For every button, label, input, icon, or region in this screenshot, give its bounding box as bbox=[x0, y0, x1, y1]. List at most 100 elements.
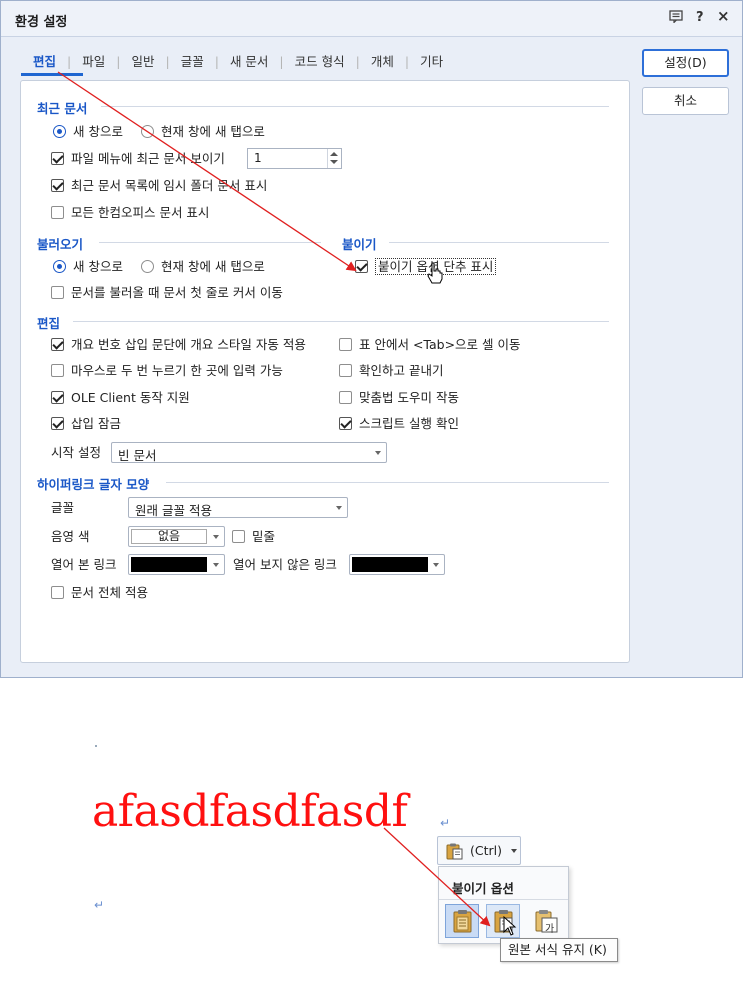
checkbox-label: 밑줄 bbox=[252, 529, 276, 544]
tab-divider: | bbox=[214, 54, 219, 69]
section-paste-header: 붙이기 bbox=[342, 237, 377, 252]
clipboard-icon bbox=[446, 843, 463, 860]
paste-text-only-button[interactable]: 가 bbox=[527, 904, 561, 938]
visited-link-color-picker[interactable] bbox=[128, 554, 225, 575]
checkbox-icon bbox=[339, 391, 352, 404]
checkbox-icon bbox=[51, 286, 64, 299]
open-radio-new-tab[interactable]: 현재 창에 새 탭으로 bbox=[141, 259, 265, 275]
paste-options-popup: 붙이기 옵션 가 bbox=[438, 866, 569, 944]
paragraph-mark: ↵ bbox=[440, 816, 451, 830]
tab-divider: | bbox=[404, 54, 410, 69]
checkbox-show-all-hancom[interactable]: 모든 한컴오피스 문서 표시 bbox=[51, 205, 209, 221]
recent-radio-new-tab[interactable]: 현재 창에 새 탭으로 bbox=[141, 124, 265, 140]
tab-divider: | bbox=[67, 54, 72, 69]
dropdown-arrow-icon[interactable] bbox=[433, 563, 439, 567]
apply-button[interactable]: 설정(D) bbox=[642, 49, 729, 77]
settings-dialog: 환경 설정 ? × 편집 | 파일 | 일반 | 글꼴 | 새 문서 | 코드 형식 | 개체 | 기타 설… bbox=[0, 0, 743, 678]
tab-code-format[interactable]: 코드 형식 bbox=[293, 51, 347, 70]
spin-up-icon[interactable] bbox=[330, 152, 338, 156]
tab-file[interactable]: 파일 bbox=[80, 51, 107, 70]
tab-new-document[interactable]: 새 문서 bbox=[228, 51, 270, 70]
unvisited-color-swatch bbox=[352, 557, 428, 572]
help-pane-icon[interactable] bbox=[669, 10, 683, 28]
checkbox-apply-whole-document[interactable]: 문서 전체 적용 bbox=[51, 585, 148, 601]
close-button[interactable]: × bbox=[717, 8, 730, 24]
stepper-buttons[interactable] bbox=[327, 149, 341, 168]
checkbox-spell-helper[interactable]: 맞춤법 도우미 작동 bbox=[339, 390, 459, 406]
radio-label: 새 창으로 bbox=[73, 259, 123, 274]
checkbox-checked-icon bbox=[51, 417, 64, 430]
clipboard-icon bbox=[453, 910, 472, 933]
checkbox-label: 맞춤법 도우미 작동 bbox=[359, 390, 459, 405]
checkbox-label: 붙이기 옵션 단추 표시 bbox=[375, 258, 497, 275]
start-setting-dropdown[interactable]: 빈 문서 bbox=[111, 442, 387, 463]
paste-keep-source-button[interactable] bbox=[486, 904, 520, 938]
checkbox-label: 삽입 잠금 bbox=[71, 416, 121, 431]
dropdown-value: 빈 문서 bbox=[118, 448, 157, 463]
tab-general[interactable]: 일반 bbox=[129, 51, 156, 70]
checkbox-show-paste-options[interactable]: 붙이기 옵션 단추 표시 bbox=[355, 258, 497, 275]
paste-keep-destination-button[interactable] bbox=[445, 904, 479, 938]
clipboard-format-icon bbox=[494, 910, 513, 933]
checkbox-label: 문서 전체 적용 bbox=[71, 585, 148, 600]
checkbox-ole-client[interactable]: OLE Client 동작 지원 bbox=[51, 390, 190, 406]
paste-button-label: (Ctrl) bbox=[470, 843, 502, 858]
text-only-glyph: 가 bbox=[545, 924, 555, 935]
section-divider bbox=[389, 242, 609, 243]
checkbox-tab-in-table[interactable]: 표 안에서 <Tab>으로 셀 이동 bbox=[339, 337, 521, 353]
checkbox-label: 표 안에서 <Tab>으로 셀 이동 bbox=[359, 337, 521, 352]
checkbox-auto-outline-style[interactable]: 개요 번호 삽입 문단에 개요 스타일 자동 적용 bbox=[51, 337, 306, 353]
shade-color-picker[interactable]: 없음 bbox=[128, 526, 225, 547]
checkbox-show-temp-folder[interactable]: 최근 문서 목록에 임시 폴더 문서 표시 bbox=[51, 178, 267, 194]
checkbox-insert-lock[interactable]: 삽입 잠금 bbox=[51, 416, 121, 432]
checkbox-label: 최근 문서 목록에 임시 폴더 문서 표시 bbox=[71, 178, 268, 193]
tab-font[interactable]: 글꼴 bbox=[179, 51, 206, 70]
section-open-header: 불러오기 bbox=[37, 237, 84, 252]
checkbox-icon bbox=[339, 364, 352, 377]
checkbox-checked-icon bbox=[51, 152, 64, 165]
active-tab-indicator bbox=[21, 73, 83, 76]
document-text[interactable]: afasdfasdfasdf bbox=[92, 786, 408, 837]
dropdown-value: 원래 글꼴 적용 bbox=[135, 503, 212, 518]
checkbox-label: OLE Client 동작 지원 bbox=[71, 390, 190, 405]
spin-down-icon[interactable] bbox=[330, 160, 338, 164]
recent-count-stepper[interactable]: 1 bbox=[247, 148, 342, 169]
hyperlink-font-dropdown[interactable]: 원래 글꼴 적용 bbox=[128, 497, 348, 518]
radio-label: 현재 창에 새 탭으로 bbox=[161, 259, 265, 274]
recent-radio-new-window[interactable]: 새 창으로 bbox=[53, 124, 123, 140]
section-divider bbox=[166, 482, 609, 483]
tab-other[interactable]: 기타 bbox=[418, 51, 445, 70]
checkbox-icon bbox=[51, 206, 64, 219]
checkbox-double-click-input[interactable]: 마우스로 두 번 누르기 한 곳에 입력 가능 bbox=[51, 363, 283, 379]
open-radio-new-window[interactable]: 새 창으로 bbox=[53, 259, 123, 275]
checkbox-label: 개요 번호 삽입 문단에 개요 스타일 자동 적용 bbox=[71, 337, 306, 352]
radio-icon bbox=[141, 260, 154, 273]
paste-options-button[interactable]: (Ctrl) bbox=[437, 836, 521, 865]
help-button[interactable]: ? bbox=[696, 10, 704, 26]
checkbox-confirm-exit[interactable]: 확인하고 끝내기 bbox=[339, 363, 443, 379]
cancel-button[interactable]: 취소 bbox=[642, 87, 729, 115]
unvisited-link-color-picker[interactable] bbox=[349, 554, 445, 575]
checkbox-icon bbox=[51, 586, 64, 599]
checkbox-show-recent-in-file-menu[interactable]: 파일 메뉴에 최근 문서 보이기 bbox=[51, 151, 225, 167]
tab-object[interactable]: 개체 bbox=[369, 51, 396, 70]
checkbox-script-confirm[interactable]: 스크립트 실행 확인 bbox=[339, 416, 459, 432]
dropdown-arrow-icon[interactable] bbox=[375, 451, 381, 455]
checkbox-move-cursor-first-line[interactable]: 문서를 불러올 때 문서 첫 줄로 커서 이동 bbox=[51, 285, 283, 301]
checkbox-icon bbox=[51, 364, 64, 377]
tooltip-keep-source-format: 원본 서식 유지 (K) bbox=[500, 938, 618, 962]
checkbox-label: 스크립트 실행 확인 bbox=[359, 416, 459, 431]
checkbox-label: 모든 한컴오피스 문서 표시 bbox=[71, 205, 210, 220]
start-setting-label: 시작 설정 bbox=[51, 445, 101, 460]
shade-color-label: 음영 색 bbox=[51, 529, 90, 544]
checkbox-checked-icon bbox=[51, 391, 64, 404]
tab-divider: | bbox=[355, 54, 360, 69]
dropdown-arrow-icon[interactable] bbox=[213, 535, 219, 539]
checkbox-underline[interactable]: 밑줄 bbox=[232, 529, 275, 545]
section-divider bbox=[99, 242, 321, 243]
tab-edit[interactable]: 편집 bbox=[31, 51, 58, 70]
dropdown-arrow-icon[interactable] bbox=[213, 563, 219, 567]
dropdown-arrow-icon[interactable] bbox=[336, 506, 342, 510]
visited-link-label: 열어 본 링크 bbox=[51, 557, 117, 572]
radio-label: 새 창으로 bbox=[73, 124, 123, 139]
